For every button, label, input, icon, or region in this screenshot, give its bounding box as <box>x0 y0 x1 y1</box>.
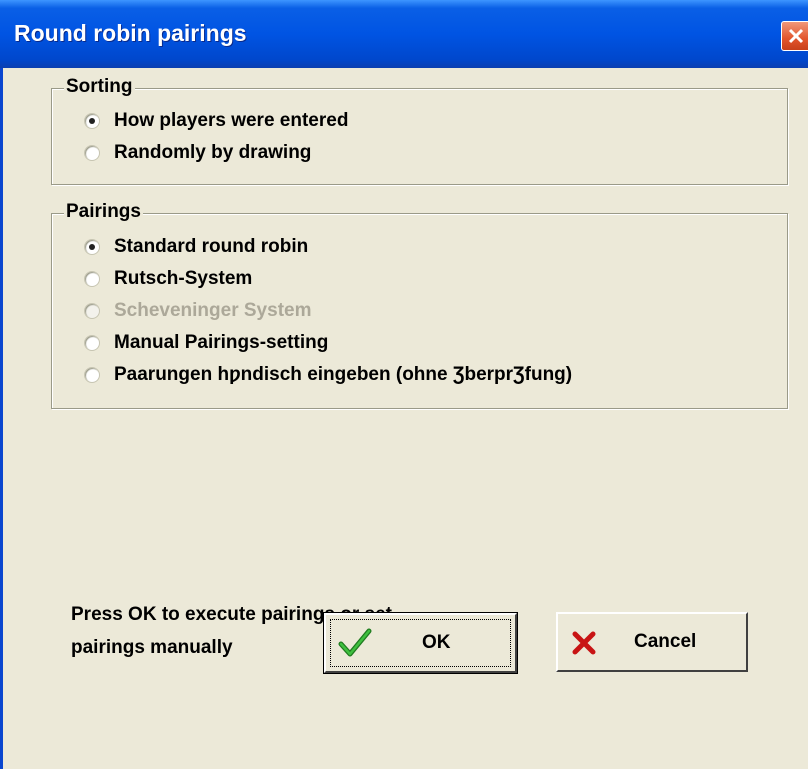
cancel-button-label: Cancel <box>634 631 697 652</box>
radio-label: Rutsch-System <box>114 268 253 289</box>
radio-paarungen-haendisch[interactable]: Paarungen hƿndisch eingeben (ohne Ʒberpr… <box>84 361 572 389</box>
radio-button[interactable] <box>84 335 100 351</box>
pairings-legend: Pairings <box>64 201 143 223</box>
radio-label: Scheveninger System <box>114 300 312 321</box>
radio-rutsch-system[interactable]: Rutsch-System <box>84 265 252 293</box>
radio-button[interactable] <box>84 145 100 161</box>
radio-label: Randomly by drawing <box>114 142 312 163</box>
radio-manual-pairings-setting[interactable]: Manual Pairings-setting <box>84 329 328 357</box>
radio-randomly-by-drawing[interactable]: Randomly by drawing <box>84 139 311 167</box>
radio-label: How players were entered <box>114 110 349 131</box>
radio-button[interactable] <box>84 271 100 287</box>
x-icon <box>572 631 596 655</box>
pairings-group: Pairings Standard round robin Rutsch-Sys… <box>51 201 788 409</box>
window-title: Round robin pairings <box>14 20 247 46</box>
cancel-button[interactable]: Cancel <box>556 612 748 672</box>
ok-button-label: OK <box>422 632 451 653</box>
close-button[interactable] <box>781 21 808 51</box>
radio-button-checked[interactable] <box>84 113 100 129</box>
radio-label: Standard round robin <box>114 236 309 257</box>
dialog-window: Round robin pairings Sorting How players… <box>0 0 808 769</box>
radio-how-players-entered[interactable]: How players were entered <box>84 107 348 135</box>
radio-standard-round-robin[interactable]: Standard round robin <box>84 233 308 261</box>
radio-label: Paarungen hƿndisch eingeben (ohne Ʒberpr… <box>114 364 573 385</box>
sorting-group: Sorting How players were entered Randoml… <box>51 76 788 185</box>
check-icon <box>338 628 372 657</box>
sorting-legend: Sorting <box>64 76 135 98</box>
close-icon <box>788 28 804 44</box>
dialog-body: Sorting How players were entered Randoml… <box>0 68 808 769</box>
radio-button-checked[interactable] <box>84 239 100 255</box>
radio-button-disabled <box>84 303 100 319</box>
radio-button[interactable] <box>84 367 100 383</box>
ok-button[interactable]: OK <box>323 612 518 674</box>
radio-label: Manual Pairings-setting <box>114 332 329 353</box>
title-bar[interactable]: Round robin pairings <box>0 0 808 68</box>
radio-scheveninger-system: Scheveninger System <box>84 297 311 325</box>
